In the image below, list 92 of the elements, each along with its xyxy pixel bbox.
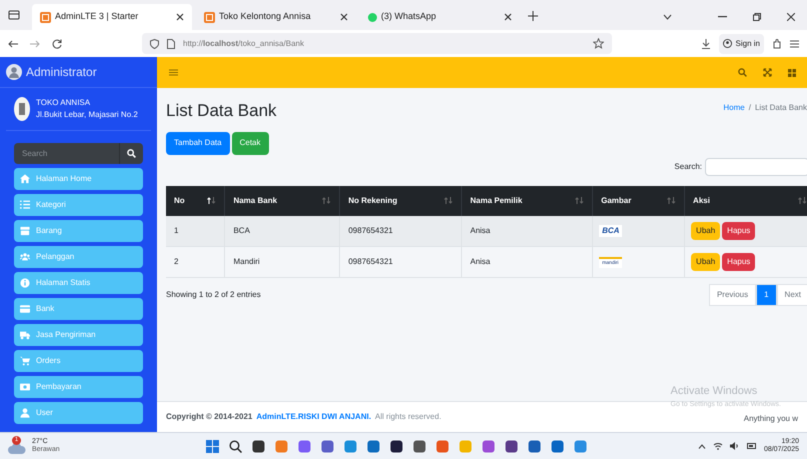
breadcrumb-separator: / (748, 102, 751, 114)
close-icon[interactable] (504, 13, 512, 21)
page-link[interactable]: Next (776, 284, 807, 306)
chevron-up-icon[interactable] (698, 444, 706, 448)
site-icon (204, 12, 215, 22)
chevron-down-icon[interactable] (663, 14, 672, 20)
page-link[interactable]: 1 (756, 284, 777, 306)
browser-tab[interactable]: (3) WhatsApp (360, 4, 520, 30)
chat-icon (368, 12, 377, 22)
truck-icon (20, 330, 30, 340)
table-cell: 0987654321 (348, 226, 393, 235)
money-icon (20, 382, 30, 392)
box-icon (20, 226, 30, 236)
address-bar[interactable]: http://localhost/toko_annisa/Bank (142, 33, 612, 54)
brand-text: Administrator (26, 64, 97, 81)
print-button[interactable]: Cetak (232, 132, 268, 154)
entries-info: Showing 1 to 2 of 2 entries (166, 289, 261, 301)
back-icon[interactable] (8, 40, 18, 48)
table-cell: 2 (174, 257, 178, 266)
close-icon[interactable] (787, 13, 795, 21)
table-cell: Anisa (470, 257, 490, 266)
table-cell: 1 (174, 226, 178, 235)
browser-tab[interactable]: AdminLTE 3 | Starter (32, 4, 192, 30)
table-search-field[interactable] (705, 158, 807, 176)
table-cell: BCA (233, 226, 250, 235)
bookmark-star-icon[interactable] (593, 38, 604, 49)
new-tab-icon[interactable] (528, 11, 538, 21)
download-icon[interactable] (700, 38, 711, 48)
site-icon (40, 12, 51, 22)
app-icon[interactable] (390, 440, 403, 452)
close-icon[interactable] (340, 13, 348, 21)
app-icon[interactable] (413, 440, 426, 452)
cloud-icon[interactable] (8, 442, 26, 454)
restore-icon[interactable] (753, 13, 761, 21)
shield-icon (150, 38, 159, 48)
copyright-text: Copyright © 2014-2021 (166, 411, 252, 423)
breadcrumb-current: List Data Bank (754, 102, 807, 114)
info-icon (20, 278, 30, 288)
table-cell: Anisa (470, 226, 490, 235)
list-icon (20, 200, 30, 210)
add-data-button[interactable]: Tambah Data (166, 132, 230, 154)
menu-icon[interactable] (169, 69, 178, 76)
search-icon[interactable] (229, 440, 242, 452)
close-icon[interactable] (176, 13, 184, 21)
bank-logo: BCA (599, 224, 622, 237)
page-link[interactable]: Previous (708, 284, 756, 306)
reload-icon[interactable] (52, 38, 62, 48)
account-icon (722, 39, 732, 48)
edit-button[interactable]: Ubah (691, 222, 720, 240)
cart-icon (20, 356, 30, 366)
browser-tab[interactable]: Toko Kelontong Annisa (196, 4, 356, 30)
delete-button[interactable]: Hapus (722, 253, 756, 271)
footer-link[interactable]: AdminLTE.RISKI DWI ANJANI. (256, 411, 372, 423)
activation-title: Activate Windows (670, 384, 758, 399)
speaker-icon[interactable] (730, 442, 740, 450)
footer-note: Anything you w (744, 413, 798, 425)
app-icon[interactable] (252, 440, 265, 452)
url-text: http://localhost/toko_annisa/Bank (183, 38, 304, 50)
battery-icon[interactable] (746, 443, 757, 449)
avatar-icon (6, 64, 22, 80)
breadcrumb-link[interactable]: Home (723, 102, 745, 114)
store-name: TOKO ANNISA (36, 97, 92, 109)
start-icon[interactable] (206, 440, 219, 452)
search-label: Search: (674, 160, 702, 172)
fullscreen-icon[interactable] (763, 68, 772, 77)
grid-icon[interactable] (788, 68, 796, 76)
table-cell: Mandiri (233, 257, 260, 266)
card-icon (20, 304, 30, 314)
menu-icon[interactable] (790, 40, 799, 48)
sign-in-button[interactable]: Sign in (718, 34, 764, 54)
delete-button[interactable]: Hapus (722, 222, 756, 240)
rights-text: All rights reserved. (375, 411, 442, 423)
tab-title: (3) WhatsApp (381, 10, 438, 24)
tab-title: AdminLTE 3 | Starter (55, 10, 140, 24)
store-logo-icon (14, 97, 30, 121)
wifi-icon[interactable] (712, 442, 723, 450)
users-icon (20, 252, 30, 262)
table-cell: 0987654321 (348, 257, 393, 266)
store-address: Jl.Bukit Lebar, Majasari No.2 (36, 109, 138, 121)
user-icon (20, 408, 30, 418)
tab-title: Toko Kelontong Annisa (219, 10, 312, 24)
tab-list-icon[interactable] (8, 9, 20, 21)
edit-button[interactable]: Ubah (691, 253, 720, 271)
page-title: List Data Bank (166, 100, 277, 122)
app-icon[interactable] (505, 440, 518, 452)
home-icon (20, 174, 30, 184)
extensions-icon[interactable] (772, 38, 782, 48)
search-field[interactable]: Search (14, 143, 119, 164)
page-icon (167, 38, 175, 48)
search-icon (127, 149, 136, 158)
search-button[interactable] (119, 143, 143, 164)
minimize-icon[interactable] (718, 16, 727, 18)
